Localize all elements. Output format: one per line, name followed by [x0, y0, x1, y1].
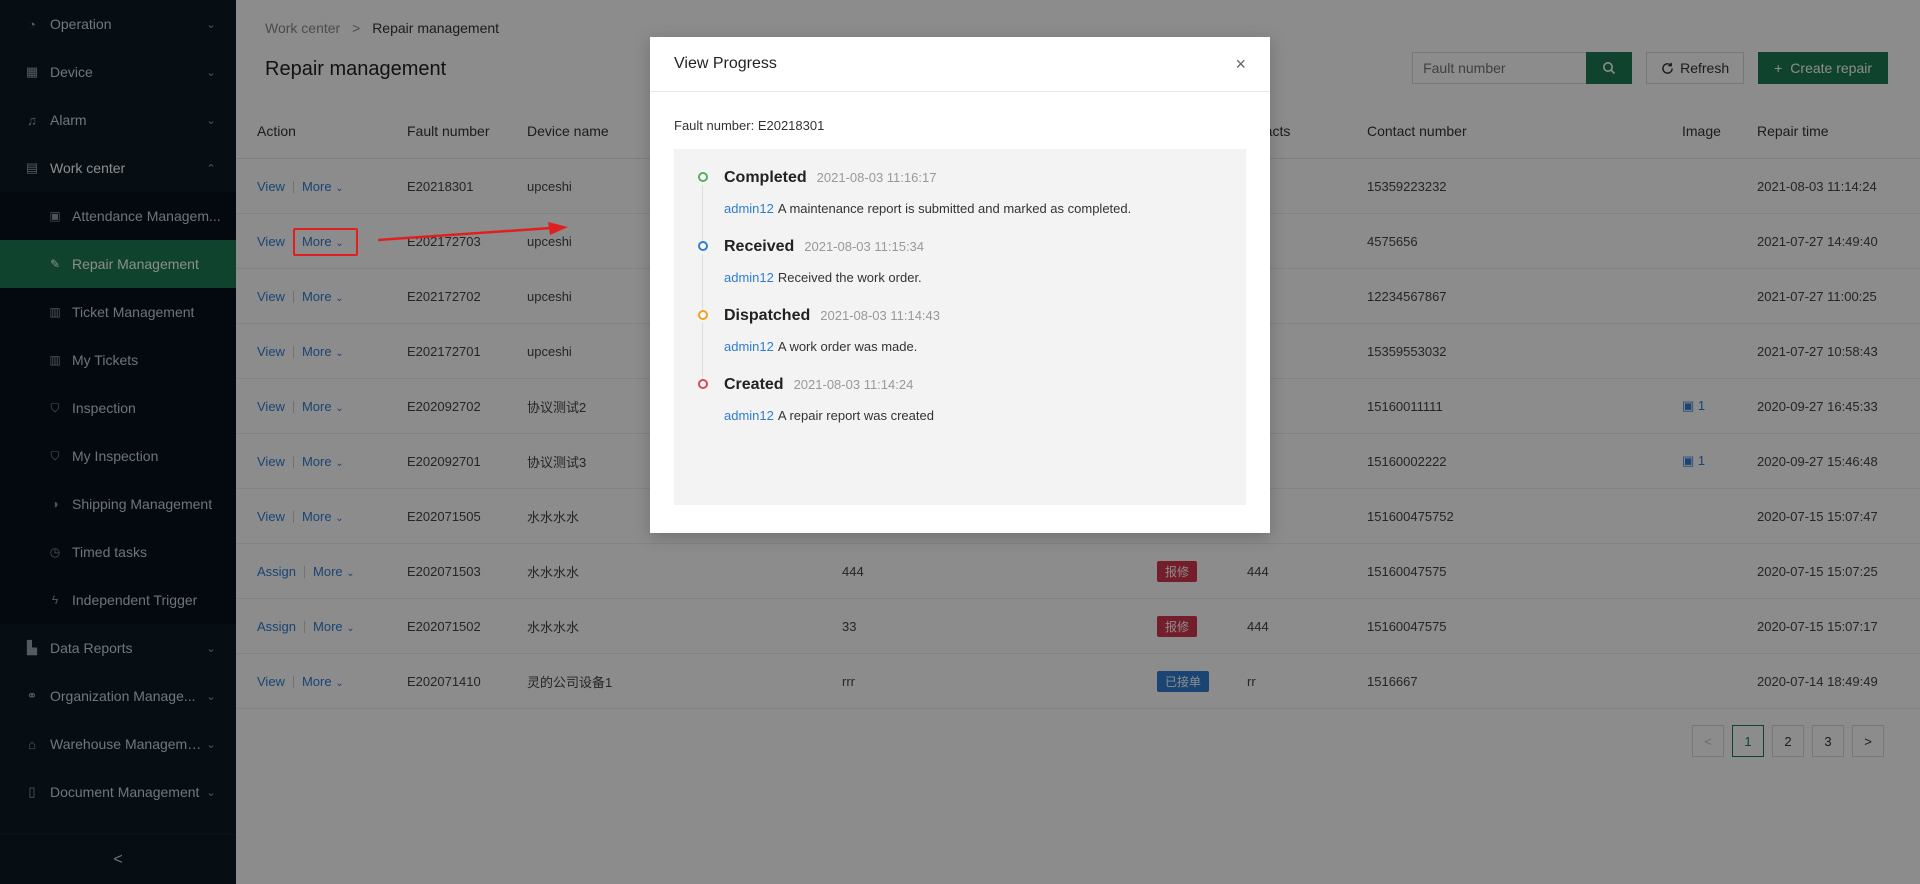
timeline-status: Received: [724, 238, 795, 255]
timeline-text: A work order was made.: [777, 339, 918, 354]
view-progress-modal: View Progress × Fault number: E20218301 …: [650, 37, 1270, 533]
timeline-status: Dispatched: [724, 307, 811, 324]
timeline-dot-icon: [698, 172, 708, 182]
timeline-time: 2021-08-03 11:14:24: [793, 377, 914, 392]
timeline-status: Completed: [724, 169, 807, 186]
timeline-head: Received 2021-08-03 11:15:34: [724, 238, 1224, 256]
progress-timeline: Completed 2021-08-03 11:16:17 admin12 A mai…: [674, 149, 1246, 505]
timeline-dot-icon: [698, 241, 708, 251]
timeline-item: Received 2021-08-03 11:15:34 admin12 Receiv…: [694, 238, 1224, 316]
timeline-text: A maintenance report is submitted and ma…: [777, 201, 1132, 216]
timeline-text: A repair report was created: [777, 408, 934, 423]
annotation-highlight-box: [293, 228, 358, 256]
timeline-head: Created 2021-08-03 11:14:24: [724, 376, 1224, 394]
timeline-text: Received the work order.: [777, 270, 922, 285]
timeline-head: Dispatched 2021-08-03 11:14:43: [724, 307, 1224, 325]
timeline-time: 2021-08-03 11:14:43: [820, 308, 940, 323]
annotation-arrow-icon: [377, 222, 568, 242]
timeline-user-link[interactable]: admin12: [724, 201, 774, 216]
timeline-dot-icon: [698, 379, 708, 389]
fault-number-line: Fault number: E20218301: [674, 118, 825, 133]
timeline-item: Dispatched 2021-08-03 11:14:43 admin12 A wo…: [694, 307, 1224, 385]
timeline-description: admin12 A maintenance report is submitted…: [724, 201, 1224, 216]
timeline-item: Completed 2021-08-03 11:16:17 admin12 A mai…: [694, 169, 1224, 247]
timeline-user-link[interactable]: admin12: [724, 339, 774, 354]
timeline-dot-icon: [698, 310, 708, 320]
timeline-description: admin12 A work order was made.: [724, 339, 1224, 354]
timeline-head: Completed 2021-08-03 11:16:17: [724, 169, 1224, 187]
timeline-user-link[interactable]: admin12: [724, 408, 774, 423]
modal-body: Fault number: E20218301 Completed 2021-08…: [650, 92, 1270, 531]
timeline-status: Created: [724, 376, 784, 393]
timeline-time: 2021-08-03 11:15:34: [804, 239, 925, 254]
modal-title: View Progress: [674, 55, 777, 72]
close-icon[interactable]: ×: [1235, 54, 1246, 75]
modal-header: View Progress ×: [650, 37, 1270, 92]
timeline-item: Created 2021-08-03 11:14:24 admin12 A repai…: [694, 376, 1224, 423]
timeline-user-link[interactable]: admin12: [724, 270, 774, 285]
timeline-description: admin12 A repair report was created: [724, 408, 1224, 423]
timeline-description: admin12 Received the work order.: [724, 270, 1224, 285]
timeline-time: 2021-08-03 11:16:17: [816, 170, 937, 185]
